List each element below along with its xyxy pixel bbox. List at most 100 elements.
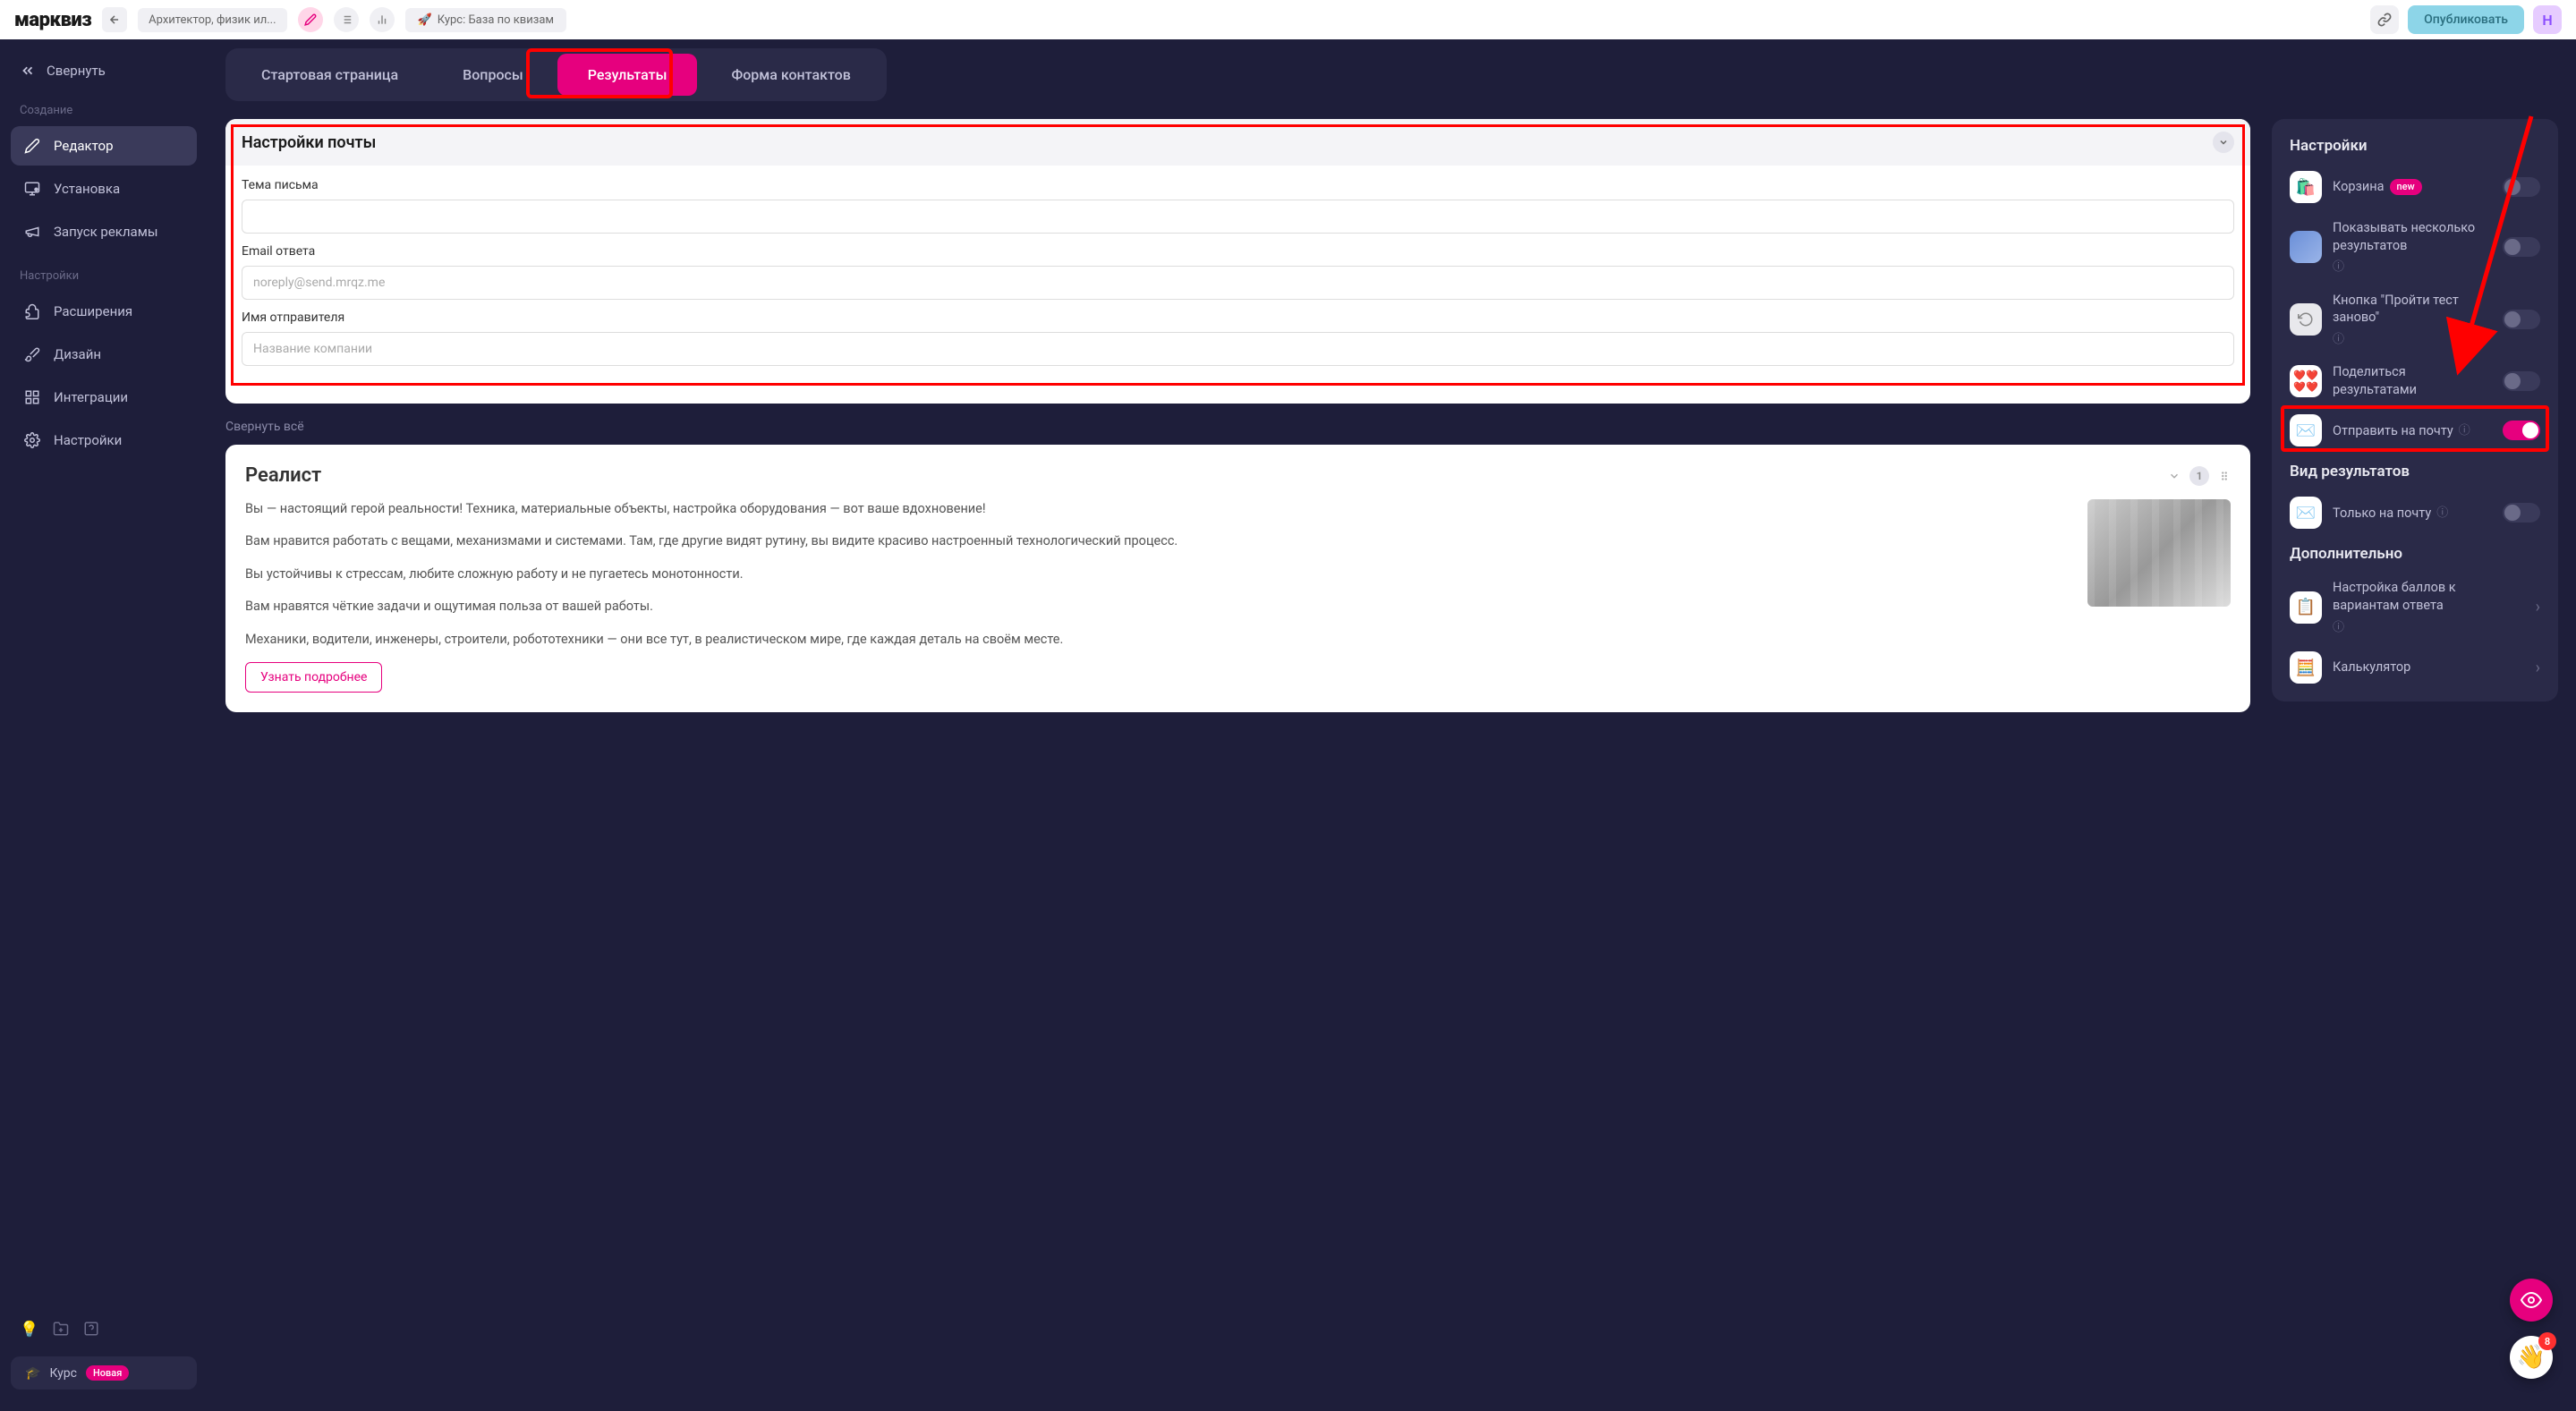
section-create: Создание (7, 88, 200, 124)
course-label: Курс (49, 1366, 77, 1381)
email-icon: ✉️ (2290, 414, 2322, 446)
nav-editor-label: Редактор (54, 138, 114, 154)
share-label: Поделиться результатами (2333, 363, 2492, 398)
collapse-all[interactable]: Свернуть всё (225, 420, 2250, 434)
edit-icon[interactable] (298, 7, 323, 32)
gear-icon (23, 431, 41, 449)
subject-input[interactable] (242, 200, 2234, 234)
lightbulb-icon[interactable]: 💡 (20, 1321, 38, 1339)
setting-multiple: Показывать несколько результатов ⓘ (2290, 219, 2540, 276)
nav-settings-label: Настройки (54, 432, 122, 448)
help-icon[interactable]: ⓘ (2333, 332, 2344, 348)
nav-install[interactable]: Установка (11, 169, 197, 208)
collapse-label: Свернуть (47, 63, 106, 79)
reply-input[interactable] (242, 266, 2234, 300)
stats-icon[interactable] (370, 7, 395, 32)
multiple-toggle[interactable] (2503, 237, 2540, 257)
nav-integrations-label: Интеграции (54, 389, 128, 405)
sender-input[interactable] (242, 332, 2234, 366)
nav-integrations[interactable]: Интеграции (11, 378, 197, 417)
email-only-label: Только на почту ⓘ (2333, 505, 2492, 523)
result-p1: Вы — настоящий герой реальности! Техника… (245, 499, 2068, 519)
topbar-left: марквиз Архитектор, физик ил... 🚀 Курс: … (14, 7, 566, 32)
cart-toggle[interactable] (2503, 177, 2540, 197)
nav-editor[interactable]: Редактор (11, 126, 197, 166)
result-controls: 1 (2168, 466, 2231, 486)
email-card-wrap: Настройки почты Тема письма Email ответа… (225, 119, 2250, 404)
collapse-email-icon[interactable] (2213, 132, 2234, 153)
send-email-toggle[interactable] (2503, 421, 2540, 440)
rocket-icon: 🚀 (418, 13, 432, 27)
tab-start[interactable]: Стартовая страница (231, 54, 429, 96)
avatar[interactable]: Н (2533, 5, 2562, 34)
install-icon (23, 180, 41, 198)
setting-share: ❤️❤️❤️❤️ Поделиться результатами (2290, 363, 2540, 398)
new-badge: Новая (86, 1365, 129, 1381)
email-settings-card: Настройки почты Тема письма Email ответа… (225, 119, 2250, 404)
cart-new-badge: new (2390, 179, 2422, 196)
chat-fab[interactable]: 👋 8 (2510, 1336, 2553, 1379)
tab-results[interactable]: Результаты (557, 54, 698, 96)
settings-title: Настройки (2290, 137, 2540, 155)
result-p4: Вам нравятся чёткие задачи и ощутимая по… (245, 597, 2068, 616)
list-icon[interactable] (334, 7, 359, 32)
section-settings: Настройки (7, 253, 200, 290)
help-icon[interactable] (83, 1321, 99, 1339)
sidebar: Свернуть Создание Редактор Установка Зап… (0, 39, 208, 1411)
logo: марквиз (14, 9, 91, 31)
multiple-label: Показывать несколько результатов ⓘ (2333, 219, 2492, 276)
result-title: Реалист (245, 464, 321, 487)
help-icon[interactable]: ⓘ (2333, 620, 2344, 636)
learn-more-button[interactable]: Узнать подробнее (245, 662, 382, 693)
course-pill[interactable]: 🚀 Курс: База по квизам (405, 8, 567, 32)
quiz-name[interactable]: Архитектор, физик ил... (138, 8, 286, 32)
chevron-right-icon: › (2536, 598, 2540, 616)
publish-button[interactable]: Опубликовать (2408, 5, 2524, 34)
setting-cart: 🛍️ Корзина new (2290, 171, 2540, 203)
email-only-toggle[interactable] (2503, 503, 2540, 523)
topbar: марквиз Архитектор, физик ил... 🚀 Курс: … (0, 0, 2576, 39)
share-icon: ❤️❤️❤️❤️ (2290, 365, 2322, 397)
course-button[interactable]: 🎓 Курс Новая (11, 1356, 197, 1390)
help-icon[interactable]: ⓘ (2333, 259, 2344, 276)
main: Свернуть Создание Редактор Установка Зап… (0, 39, 2576, 1411)
retry-label: Кнопка "Пройти тест заново" ⓘ (2333, 292, 2492, 348)
folder-plus-icon[interactable] (53, 1321, 69, 1339)
result-p5: Механики, водители, инженеры, строители,… (245, 630, 2068, 650)
tabs-wrap: Стартовая страница Вопросы Результаты Фо… (225, 48, 887, 101)
collapse-sidebar[interactable]: Свернуть (7, 54, 200, 88)
nav-settings[interactable]: Настройки (11, 421, 197, 460)
nav-ads-label: Запуск рекламы (54, 224, 158, 240)
preview-fab[interactable] (2510, 1279, 2553, 1322)
help-icon[interactable]: ⓘ (2459, 423, 2470, 439)
chevrons-left-icon (20, 63, 36, 79)
nav-design[interactable]: Дизайн (11, 335, 197, 374)
tab-questions[interactable]: Вопросы (432, 54, 554, 96)
link-button[interactable] (2370, 5, 2399, 34)
sidebar-bottom: 💡 🎓 Курс Новая (7, 1310, 200, 1397)
setting-scores[interactable]: 📋 Настройка баллов к вариантам ответа ⓘ … (2290, 579, 2540, 635)
retry-toggle[interactable] (2503, 310, 2540, 329)
result-number: 1 (2189, 466, 2209, 486)
result-header: Реалист 1 (245, 464, 2231, 487)
email-title: Настройки почты (242, 133, 376, 152)
nav-extensions[interactable]: Расширения (11, 292, 197, 331)
right-column: Настройки 🛍️ Корзина new Показывать неск… (2272, 119, 2558, 712)
result-card: Реалист 1 Вы — на (225, 445, 2250, 712)
help-icon[interactable]: ⓘ (2436, 506, 2448, 522)
calculator-label: Калькулятор (2333, 659, 2525, 676)
share-toggle[interactable] (2503, 371, 2540, 391)
drag-handle-icon[interactable] (2218, 470, 2231, 482)
result-image (2087, 499, 2231, 607)
chevron-down-icon[interactable] (2168, 470, 2181, 482)
left-column: Настройки почты Тема письма Email ответа… (225, 119, 2250, 712)
back-button[interactable] (102, 7, 127, 32)
pencil-icon (23, 137, 41, 155)
chat-badge: 8 (2538, 1332, 2556, 1350)
setting-calculator[interactable]: 🧮 Калькулятор › (2290, 651, 2540, 684)
email-header: Настройки почты (225, 119, 2250, 166)
nav-ads[interactable]: Запуск рекламы (11, 212, 197, 251)
megaphone-icon (23, 223, 41, 241)
tab-contacts[interactable]: Форма контактов (701, 54, 880, 96)
setting-email-only: ✉️ Только на почту ⓘ (2290, 497, 2540, 529)
